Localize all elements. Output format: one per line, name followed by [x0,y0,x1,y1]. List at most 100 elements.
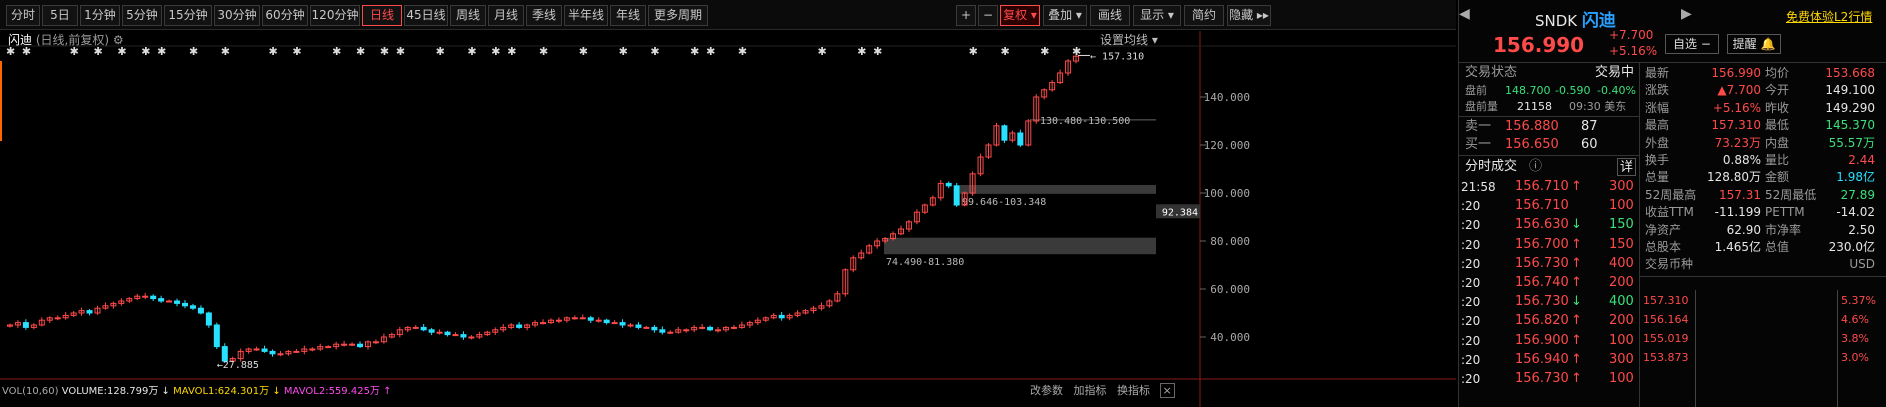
event-star-icon[interactable]: ✱ [189,45,198,58]
event-star-icon[interactable]: ✱ [817,45,826,58]
period-tab-5[interactable]: 30分钟 [214,5,260,26]
period-tab-11[interactable]: 月线 [488,5,524,26]
event-star-icon[interactable]: ✱ [619,45,628,58]
event-star-icon[interactable]: ✱ [507,45,516,58]
event-star-icon[interactable]: ✱ [873,45,882,58]
l2-trial-link[interactable]: 免费体验L2行情 [1786,8,1872,25]
event-star-icon[interactable]: ✱ [579,45,588,58]
change-indicator-button[interactable]: 换指标 [1117,384,1150,397]
stat-label: 外盘 [1645,135,1670,150]
period-tab-2[interactable]: 1分钟 [80,5,120,26]
ticks-detail-button[interactable]: 详 [1617,158,1637,176]
period-tab-15[interactable]: 更多周期 [648,5,708,26]
tick-vol: 200 [1609,275,1634,290]
bid1-label: 买一 [1465,137,1492,152]
period-tab-9[interactable]: 45日线 [404,5,448,26]
price-axis-label: 80.000 [1210,235,1250,248]
event-star-icon[interactable]: ✱ [292,45,301,58]
event-star-icon[interactable]: ✱ [857,45,866,58]
period-tab-6[interactable]: 60分钟 [262,5,308,26]
candle-body [197,307,204,314]
tick-time: :20 [1461,372,1481,386]
params-button[interactable]: 改参数 [1030,384,1063,397]
tick-vol: 100 [1609,332,1634,348]
event-star-icon[interactable]: ✱ [690,45,699,58]
stat-label: 今开 [1765,83,1790,98]
stock-name: 闪迪 [8,33,33,47]
event-star-icon[interactable]: ✱ [380,45,389,58]
event-star-icon[interactable]: ✱ [141,45,150,58]
close-icon[interactable]: × [1159,383,1175,398]
period-tab-10[interactable]: 周线 [450,5,486,26]
period-tab-14[interactable]: 年线 [610,5,646,26]
candle-body [436,331,443,334]
period-toolbar: 分时 5日 1分钟 5分钟 15分钟 30分钟 60分钟 120分钟 日线 45日线 周线 月线 季线半… [0,0,1456,30]
mini-pct-label: 4.6% [1841,313,1869,326]
price-axis-label: 140.000 [1204,91,1250,104]
event-star-icon[interactable]: ✱ [706,45,715,58]
candle-body [643,326,650,329]
volume-legend: VOL(10,60) VOLUME:128.799万 ↓ MAVOL1:624.… [2,386,392,397]
period-tab-1[interactable]: 5日 [42,5,78,26]
prev-stock-icon[interactable]: ◀ [1459,6,1470,22]
candle-body [468,336,475,339]
tick-price: 156.820 [1515,313,1569,329]
stat-label: 最新 [1645,66,1670,80]
candle-body [778,314,785,319]
event-star-icon[interactable]: ✱ [269,45,278,58]
period-tab-7[interactable]: 120分钟 [310,5,360,26]
event-star-icon[interactable]: ✱ [969,45,978,58]
add-indicator-button[interactable]: 加指标 [1074,384,1107,397]
simplified-button[interactable]: 简约 [1184,5,1224,26]
tick-price: 156.730 [1515,255,1569,271]
event-star-icon[interactable]: ✱ [1040,45,1049,58]
chart-mode: (日线,前复权) [35,33,110,47]
period-tab-12[interactable]: 季线 [526,5,562,26]
candle-body [587,317,594,321]
ma-settings-button[interactable]: 设置均线 ▾ [1100,31,1158,48]
settings-gear-icon[interactable]: ⚙ [113,33,124,47]
bid1-vol: 60 [1581,137,1598,152]
hide-button[interactable]: 隐藏 ▸▸ [1227,5,1271,26]
tick-arrow-icon: ↑ [1571,179,1582,194]
stat-label: 均价 [1765,66,1790,80]
candle-body [341,343,348,346]
tick-price: 156.740 [1515,275,1569,290]
period-tab-8[interactable]: 日线 [362,5,402,26]
quote-panel: ◀ SNDK 闪迪 ▶ 免费体验L2行情 156.990 +7.700 +5.1… [1458,0,1886,407]
period-tab-3[interactable]: 5分钟 [122,5,162,26]
period-tab-0[interactable]: 分时 [6,5,40,26]
kline-chart[interactable]: 140.000 120.000 100.000 80.000 60.000 40.000 9… [0,31,1456,407]
event-star-icon[interactable]: ✱ [650,45,659,58]
event-star-icon[interactable]: ✱ [1072,45,1081,58]
restore-button[interactable]: 复权 ▾ [1000,5,1040,26]
period-tab-13[interactable]: 半年线 [564,5,608,26]
plus-button[interactable]: + [956,5,976,26]
event-star-icon[interactable]: ✱ [157,45,166,58]
event-star-icon[interactable]: ✱ [1000,45,1009,58]
info-icon: ⓘ [1529,159,1543,174]
display-button[interactable]: 显示 ▾ [1133,5,1181,26]
event-star-icon[interactable]: ✱ [539,45,548,58]
overlay-button[interactable]: 叠加 ▾ [1043,5,1087,26]
minus-button[interactable]: − [978,5,998,26]
premarket-vol-label: 盘前量 [1465,100,1498,113]
event-star-icon[interactable]: ✱ [738,45,747,58]
event-star-icon[interactable]: ✱ [356,45,365,58]
trade-status: 交易中 [1595,65,1635,80]
event-star-icon[interactable]: ✱ [396,45,405,58]
tick-vol: 150 [1609,217,1634,233]
next-stock-icon[interactable]: ▶ [1681,6,1692,22]
event-star-icon[interactable]: ✱ [467,45,476,58]
candle-body [659,329,666,333]
watchlist-button[interactable]: 自选 − [1665,34,1719,54]
alert-button[interactable]: 提醒 🔔 [1727,34,1781,54]
period-tab-4[interactable]: 15分钟 [164,5,212,26]
event-star-icon[interactable]: ✱ [436,45,445,58]
event-star-icon[interactable]: ✱ [221,45,230,58]
event-star-icon[interactable]: ✱ [332,45,341,58]
mini-price-label: 155.019 [1643,332,1689,345]
tick-price: 156.730 [1515,294,1569,310]
draw-button[interactable]: 画线 [1090,5,1130,26]
event-star-icon[interactable]: ✱ [491,45,500,58]
